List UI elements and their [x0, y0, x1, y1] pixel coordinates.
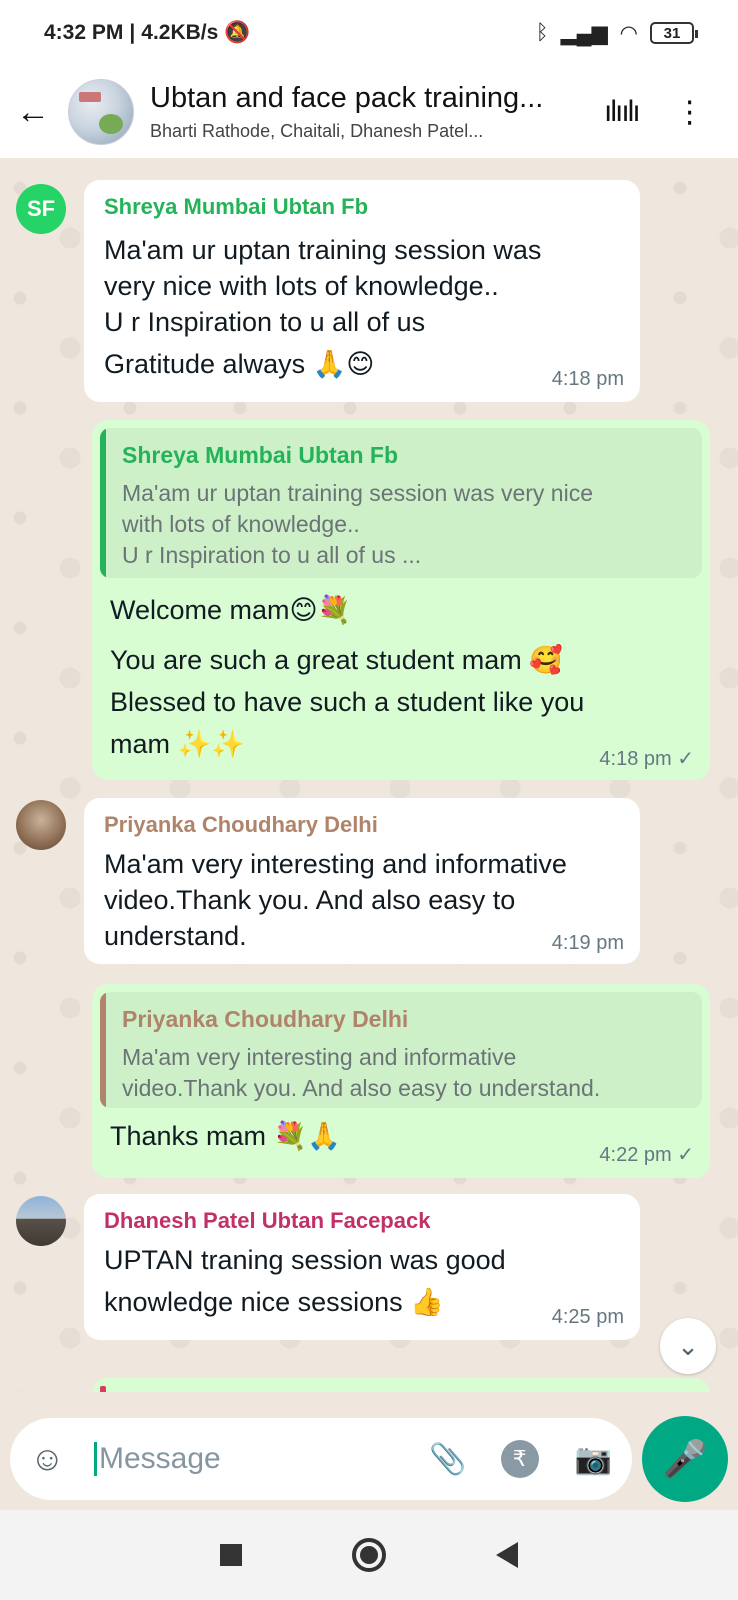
message-bubble[interactable]: Shreya Mumbai Ubtan Fb Ma'am ur uptan tr…: [92, 420, 710, 780]
chat-header: ← Ubtan and face pack training... Bharti…: [0, 66, 738, 158]
network-speed: 4.2KB/s: [141, 21, 219, 44]
quoted-message[interactable]: Priyanka Choudhary Delhi Ma'am very inte…: [100, 992, 702, 1108]
sender-name: Dhanesh Patel Ubtan Facepack: [104, 1208, 431, 1233]
message-text: Thanks mam 💐🙏: [110, 1121, 341, 1151]
avatar[interactable]: [16, 800, 66, 850]
quoted-sender: Shreya Mumbai Ubtan Fb: [122, 442, 399, 468]
mute-icon: 🔕: [224, 21, 251, 44]
message-text: Ma'am ur uptan training session was very…: [104, 235, 542, 379]
message-text: Welcome mam😊💐 You are such a great stude…: [110, 595, 585, 759]
message-input-container[interactable]: ☺ Message 📎 ₹ 📷: [10, 1418, 632, 1500]
back-arrow-icon[interactable]: ←: [16, 93, 56, 132]
system-nav-bar: [0, 1510, 738, 1600]
text-cursor: [94, 1442, 97, 1476]
signal-icon: ▂▄▆: [560, 21, 608, 45]
double-chevron-down-icon[interactable]: ⌄: [660, 1318, 716, 1374]
quoted-sender: Priyanka Choudhary Delhi: [122, 1006, 409, 1032]
microphone-icon[interactable]: 🎤: [642, 1416, 728, 1502]
group-info[interactable]: Ubtan and face pack training... Bharti R…: [150, 82, 590, 142]
message-bubble[interactable]: Priyanka Choudhary Delhi Ma'am very inte…: [92, 984, 710, 1178]
message-time: 4:18 pm ✓: [599, 748, 694, 770]
quoted-message[interactable]: Shreya Mumbai Ubtan Fb Ma'am ur uptan tr…: [100, 428, 702, 578]
message-bubble[interactable]: Priyanka Choudhary Delhi Ma'am very inte…: [84, 798, 640, 964]
avatar[interactable]: SF: [16, 184, 66, 234]
message-time: 4:18 pm: [551, 368, 624, 390]
message-input[interactable]: Message: [99, 1442, 393, 1476]
avatar[interactable]: [16, 1196, 66, 1246]
message-time: 4:22 pm ✓: [599, 1144, 694, 1166]
message-bubble[interactable]: [92, 1378, 710, 1392]
emoji-icon[interactable]: ☺: [30, 1440, 80, 1479]
battery-icon: 31: [650, 22, 698, 44]
voice-call-icon[interactable]: ılıılı: [604, 95, 641, 129]
sender-name: Shreya Mumbai Ubtan Fb: [104, 194, 369, 219]
more-options-icon[interactable]: ⋮: [675, 97, 705, 127]
group-title: Ubtan and face pack training...: [150, 82, 544, 114]
message-text: UPTAN traning session was good knowledge…: [104, 1245, 506, 1317]
bluetooth-icon: ᛒ: [535, 21, 549, 44]
rupee-payment-icon[interactable]: ₹: [500, 1440, 539, 1478]
message-text: Ma'am very interesting and informative v…: [104, 849, 567, 951]
status-time: 4:32 PM: [44, 21, 124, 44]
message-time: 4:19 pm: [551, 932, 624, 954]
camera-icon[interactable]: 📷: [575, 1442, 612, 1477]
paperclip-icon[interactable]: 📎: [429, 1442, 466, 1477]
chat-area[interactable]: SF Shreya Mumbai Ubtan Fb Ma'am ur uptan…: [0, 158, 738, 1392]
status-bar: 4:32 PM | 4.2KB/s 🔕 ᛒ ▂▄▆ ◠ 31: [0, 0, 738, 66]
wifi-icon: ◠: [619, 21, 638, 45]
group-members: Bharti Rathode, Chaitali, Dhanesh Patel.…: [150, 121, 484, 141]
recent-apps-icon[interactable]: [220, 1544, 242, 1566]
group-avatar[interactable]: [68, 79, 134, 145]
nav-back-icon[interactable]: [496, 1542, 518, 1568]
message-time: 4:25 pm: [551, 1306, 624, 1328]
sender-name: Priyanka Choudhary Delhi: [104, 812, 378, 837]
home-icon[interactable]: [352, 1538, 386, 1572]
quoted-text: Ma'am ur uptan training session was very…: [122, 480, 593, 568]
message-bubble[interactable]: Shreya Mumbai Ubtan Fb Ma'am ur uptan tr…: [84, 180, 640, 402]
message-bubble[interactable]: Dhanesh Patel Ubtan Facepack UPTAN trani…: [84, 1194, 640, 1340]
quoted-text: Ma'am very interesting and informative v…: [122, 1044, 601, 1101]
composer-bar: ☺ Message 📎 ₹ 📷 🎤: [0, 1392, 738, 1510]
